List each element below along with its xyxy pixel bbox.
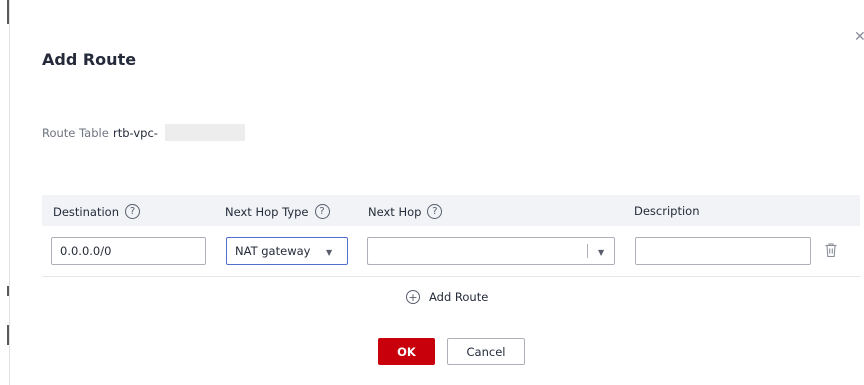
column-description: Description xyxy=(634,204,700,218)
column-next-hop: Next Hop ? xyxy=(368,204,443,219)
close-icon[interactable]: ✕ xyxy=(854,30,864,44)
window-edge-mark xyxy=(7,0,9,24)
description-input[interactable] xyxy=(635,237,811,265)
help-circle-icon[interactable]: ? xyxy=(125,204,140,219)
route-table-value: rtb-vpc- xyxy=(113,126,158,140)
window-edge xyxy=(9,0,10,385)
window-edge-mark xyxy=(7,325,9,345)
next-hop-type-select[interactable]: NAT gateway ▼ xyxy=(226,237,348,265)
plus-circle-icon: + xyxy=(406,290,420,304)
table-header xyxy=(42,195,860,226)
caret-down-icon: ▼ xyxy=(326,248,333,257)
destination-input[interactable]: 0.0.0.0/0 xyxy=(51,237,206,265)
next-hop-select[interactable]: ▼ xyxy=(367,237,615,265)
column-label: Next Hop Type xyxy=(225,204,309,219)
trash-icon[interactable] xyxy=(824,242,838,258)
window-edge-mark xyxy=(7,286,9,296)
column-label: Description xyxy=(634,204,700,218)
add-route-label: Add Route xyxy=(429,290,489,304)
next-hop-type-value: NAT gateway xyxy=(235,244,311,258)
column-label: Destination xyxy=(53,204,119,219)
route-table-label: Route Table xyxy=(42,126,109,140)
dialog-title: Add Route xyxy=(42,50,137,69)
add-route-link[interactable]: + Add Route xyxy=(406,290,488,304)
add-route-dialog: ✕ Add Route Route Table rtb-vpc- Destina… xyxy=(0,0,864,385)
cancel-button[interactable]: Cancel xyxy=(447,338,525,365)
column-destination: Destination ? xyxy=(53,204,140,219)
redacted-block xyxy=(165,124,245,141)
destination-value: 0.0.0.0/0 xyxy=(60,244,112,258)
column-next-hop-type: Next Hop Type ? xyxy=(225,204,330,219)
ok-button[interactable]: OK xyxy=(378,338,435,365)
help-circle-icon[interactable]: ? xyxy=(427,204,443,219)
divider xyxy=(587,244,588,258)
help-circle-icon[interactable]: ? xyxy=(314,204,330,219)
caret-down-icon: ▼ xyxy=(598,248,605,257)
column-label: Next Hop xyxy=(368,204,422,219)
